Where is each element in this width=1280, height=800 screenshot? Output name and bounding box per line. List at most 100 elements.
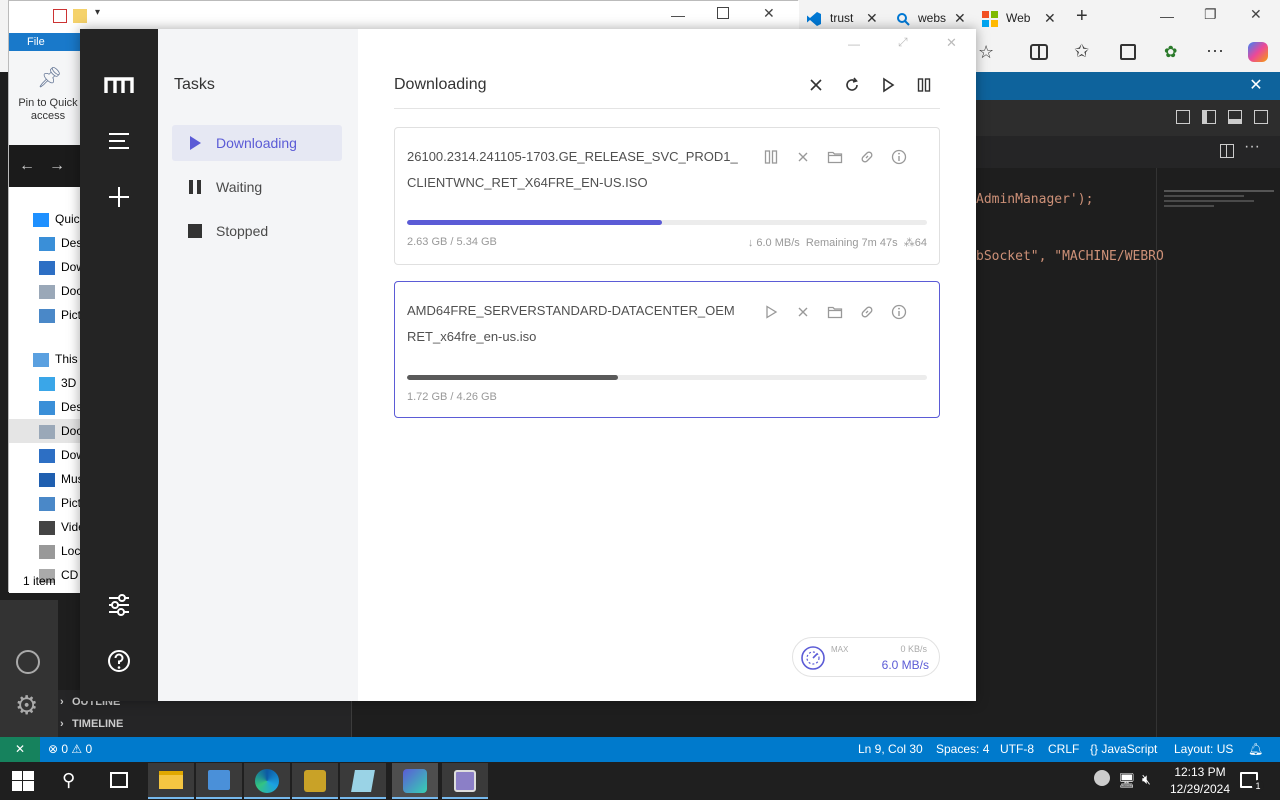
start-button[interactable] — [12, 771, 34, 791]
ribbon-file-tab[interactable]: File — [9, 33, 81, 51]
forward-arrow-icon[interactable]: → — [49, 157, 65, 175]
encoding[interactable]: UTF-8 — [1000, 737, 1034, 762]
minimize-button[interactable]: — — [1160, 8, 1176, 24]
task-view-icon[interactable] — [110, 772, 128, 788]
folder-icon[interactable] — [827, 149, 843, 165]
bell-icon[interactable]: 🔔︎ — [1248, 737, 1263, 762]
add-task-icon[interactable] — [104, 182, 134, 212]
split-screen-icon[interactable] — [1030, 44, 1048, 60]
taskbar-app[interactable] — [292, 763, 338, 799]
indentation[interactable]: Spaces: 4 — [936, 737, 989, 762]
volume-muted-icon[interactable]: 🔇︎ — [1142, 771, 1151, 788]
resume-all-icon[interactable] — [880, 77, 896, 93]
maximize-button[interactable] — [717, 7, 729, 19]
close-window-button[interactable]: ✕ — [946, 35, 957, 51]
close-icon[interactable]: ✕ — [1044, 4, 1056, 32]
minimize-button[interactable]: — — [671, 7, 685, 23]
toggle-secondary-sidebar-icon[interactable] — [1254, 110, 1268, 124]
tree-item[interactable]: Desktop — [9, 395, 81, 419]
tree-item[interactable]: Documents — [9, 419, 81, 443]
pause-all-icon[interactable] — [916, 77, 932, 93]
link-icon[interactable] — [859, 149, 875, 165]
help-icon[interactable] — [104, 646, 134, 676]
tree-item[interactable]: Local Disk — [9, 539, 81, 563]
tree-item[interactable]: Pictures — [9, 303, 81, 327]
play-icon[interactable] — [763, 304, 779, 320]
menu-icon[interactable] — [104, 126, 134, 156]
language-mode[interactable]: {} JavaScript — [1090, 737, 1157, 762]
nav-stopped[interactable]: Stopped — [172, 213, 342, 249]
tree-item[interactable]: This PC — [9, 347, 81, 371]
close-icon[interactable]: ✕ — [954, 4, 966, 32]
close-window-button[interactable]: ✕ — [1250, 6, 1266, 22]
clock-time[interactable]: 12:13 PM — [1170, 765, 1230, 779]
folder-icon[interactable] — [827, 304, 843, 320]
collections-icon[interactable] — [1120, 44, 1136, 60]
network-status-icon[interactable] — [1094, 770, 1110, 786]
close-icon[interactable]: ✕ — [866, 4, 878, 32]
restore-button[interactable]: ❐ — [1204, 6, 1220, 22]
delete-all-icon[interactable] — [808, 77, 824, 93]
toggle-sidebar-icon[interactable] — [1202, 110, 1216, 124]
close-icon[interactable]: ✕ — [1246, 76, 1266, 96]
keyboard-layout[interactable]: Layout: US — [1174, 737, 1233, 762]
tree-item[interactable]: Pictures — [9, 491, 81, 515]
split-editor-icon[interactable] — [1220, 144, 1234, 158]
taskbar-app-purple[interactable] — [442, 763, 488, 799]
browser-tab-trust[interactable]: trust ✕ — [800, 4, 888, 32]
taskbar-motrix[interactable] — [392, 763, 438, 799]
browser-tab-webs[interactable]: webs ✕ — [890, 4, 976, 32]
remote-icon[interactable]: ✕ — [0, 737, 40, 762]
back-arrow-icon[interactable]: ← — [19, 157, 35, 175]
favorites-icon[interactable]: ✩ — [1074, 41, 1089, 62]
accounts-icon[interactable] — [16, 650, 40, 674]
taskbar-edge[interactable] — [244, 763, 290, 799]
taskbar-file-explorer[interactable] — [148, 763, 194, 799]
speedometer[interactable]: MAX 0 KB/s 6.0 MB/s — [792, 637, 940, 677]
tree-item[interactable]: Quick access — [9, 207, 81, 231]
tree-item[interactable]: Videos — [9, 515, 81, 539]
toggle-panel-icon[interactable] — [1228, 110, 1242, 124]
close-icon[interactable] — [795, 304, 811, 320]
task-card[interactable]: 26100.2314.241105-1703.GE_RELEASE_SVC_PR… — [394, 127, 940, 265]
link-icon[interactable] — [859, 304, 875, 320]
line-ending[interactable]: CRLF — [1048, 737, 1079, 762]
more-actions-icon[interactable]: ··· — [1244, 138, 1260, 156]
search-icon[interactable]: ⚲ — [62, 770, 75, 791]
tree-item[interactable]: 3D Objects — [9, 371, 81, 395]
close-window-button[interactable]: ✕ — [763, 5, 775, 22]
tree-item[interactable]: Downloads — [9, 255, 81, 279]
refresh-icon[interactable] — [844, 77, 860, 93]
taskbar-network-app[interactable] — [196, 763, 242, 799]
problems-count[interactable]: ⊗ 0 ⚠ 0 — [48, 737, 92, 762]
close-icon[interactable] — [795, 149, 811, 165]
network-icon[interactable]: 🖥︎ — [1118, 772, 1136, 789]
clock-date[interactable]: 12/29/2024 — [1164, 782, 1236, 796]
pause-icon[interactable] — [763, 149, 779, 165]
new-tab-button[interactable]: + — [1076, 6, 1096, 26]
favorite-star-icon[interactable]: ☆ — [978, 42, 994, 63]
tree-item[interactable]: Documents — [9, 279, 81, 303]
browser-tab-web[interactable]: Web ✕ — [978, 4, 1064, 32]
pin-to-quick-access-button[interactable]: Pin to Quick access — [15, 97, 81, 123]
preferences-icon[interactable] — [104, 590, 134, 620]
gear-icon[interactable]: ⚙ — [15, 692, 38, 718]
customize-layout-icon[interactable] — [1176, 110, 1190, 124]
maximize-button[interactable]: ⤢ — [898, 35, 908, 50]
taskbar-notepad[interactable] — [340, 763, 386, 799]
nav-downloading[interactable]: Downloading — [172, 125, 342, 161]
copilot-icon[interactable] — [1248, 42, 1268, 62]
minimize-button[interactable]: — — [848, 37, 860, 51]
timeline-section[interactable]: › TIMELINE — [58, 714, 123, 734]
task-card[interactable]: AMD64FRE_SERVERSTANDARD-DATACENTER_OEM R… — [394, 281, 940, 418]
tree-item[interactable]: Music — [9, 467, 81, 491]
extension-icon[interactable]: ✿ — [1164, 42, 1177, 62]
nav-waiting[interactable]: Waiting — [172, 169, 342, 205]
properties-icon[interactable] — [53, 9, 67, 23]
chevron-down-icon[interactable]: ▾ — [95, 7, 100, 18]
cursor-position[interactable]: Ln 9, Col 30 — [858, 737, 923, 762]
new-folder-icon[interactable] — [73, 9, 87, 23]
info-icon[interactable] — [891, 304, 907, 320]
more-options-icon[interactable]: ··· — [1206, 40, 1224, 61]
info-icon[interactable] — [891, 149, 907, 165]
